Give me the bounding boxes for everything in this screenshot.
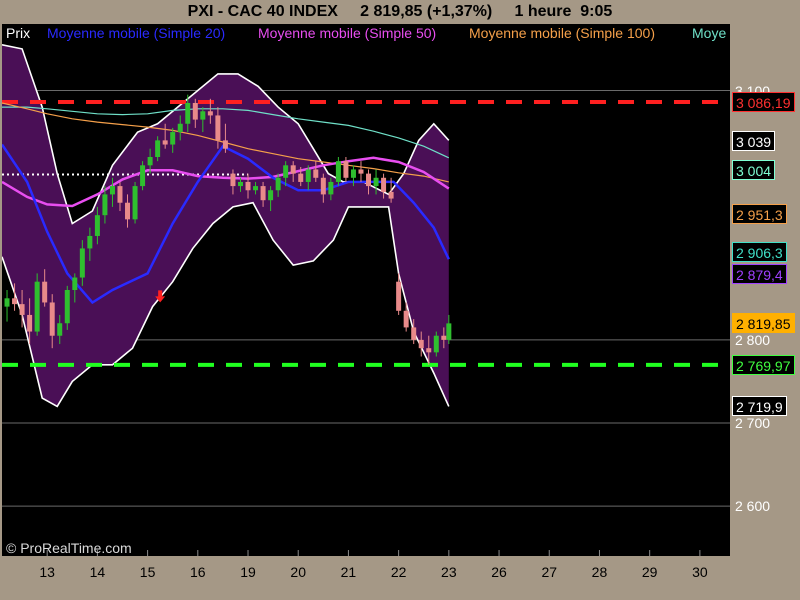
candle-body [446,323,452,340]
candle-body [388,191,394,199]
candle-body [283,165,289,178]
x-tick-label: 20 [290,564,307,580]
legend-item[interactable]: Moyenne mobile (Simple 50) [258,25,436,41]
candle-body [49,302,55,336]
legend-item[interactable]: Moyenne mobile (Simple 100) [469,25,655,41]
candle-body [381,177,387,192]
candle-body [373,177,379,187]
candle-body [140,165,146,187]
x-tick-label: 30 [692,564,708,580]
candle-body [109,186,115,195]
price-chart-svg[interactable] [2,24,730,556]
candle-body [320,177,326,195]
candle-body [57,323,63,336]
candle-body [426,348,432,353]
candle-body [290,165,296,174]
candle-body [34,281,40,332]
candle-body [411,327,417,340]
candle-body [27,314,33,332]
candle-body [170,132,176,145]
candle-body [366,173,372,187]
x-tick-label: 28 [591,564,608,580]
x-tick-label: 13 [39,564,55,580]
y-tick-label: 2 800 [735,331,771,348]
candle-body [215,115,221,141]
candle-body [87,235,93,249]
x-tick-label: 23 [441,564,457,580]
price-label-box: 2 769,97 [732,354,795,375]
candle-body [4,298,10,307]
candle-body [94,215,100,236]
candle-body [207,111,213,116]
chart-title: PXI - CAC 40 INDEX 2 819,85 (+1,37%) 1 h… [187,3,613,20]
candle-body [147,157,153,166]
candle-body [358,169,364,174]
price-label-box: 2 879,4 [732,263,787,284]
price-label-box: 2 719,9 [732,396,787,417]
price-label-box: 2 951,3 [732,204,787,225]
legend-item[interactable]: Prix [6,25,30,41]
candle-body [230,173,236,187]
x-tick-label: 22 [390,564,407,580]
candle-body [102,194,108,216]
candle-body [162,140,168,145]
candle-body [177,123,183,133]
candle-body [245,181,251,191]
candle-body [64,290,70,324]
candle-body [200,111,206,120]
candle-body [335,161,341,182]
chart-window: PXI - CAC 40 INDEX 2 819,85 (+1,37%) 1 h… [0,0,800,600]
candle-body [350,169,356,178]
x-tick-label: 26 [491,564,507,580]
x-tick-label: 27 [541,564,558,580]
bollinger-band [2,44,450,408]
x-tick-label: 16 [190,564,206,580]
candle-body [12,298,18,305]
legend-item[interactable]: Moye [692,25,726,41]
x-tick-label: 21 [340,564,357,580]
y-tick-label: 2 700 [735,415,771,431]
bollinger-fill [2,44,449,407]
candle-body [185,102,191,124]
candle-body [19,304,25,315]
candle-body [275,177,281,191]
x-tick-label: 14 [89,564,106,580]
price-label-box: 3 004 [732,160,776,181]
candle-body [79,248,85,278]
price-label-box: 3 039 [732,131,776,152]
x-tick-label: 15 [139,564,156,580]
candle-body [433,335,439,353]
candle-body [253,186,259,191]
candle-body [441,335,447,340]
candle-body [343,161,349,178]
candle-body [328,181,334,195]
candle-body [305,169,311,182]
y-tick-label: 2 600 [735,498,771,515]
candle-body [418,339,424,349]
candle-body [155,140,161,157]
plot-area[interactable] [2,24,730,556]
candle-body [72,277,78,290]
candle-body [396,281,402,311]
x-tick-label: 19 [240,564,256,580]
candle-body [192,102,198,120]
legend-item[interactable]: Moyenne mobile (Simple 20) [47,25,225,41]
price-label-box: 2 819,85 [732,313,795,334]
candle-body [117,186,123,203]
x-tick-label: 29 [641,564,658,580]
candle-body [222,140,228,149]
candle-body [260,186,266,201]
candle-body [42,281,48,303]
candle-body [125,202,131,220]
candle-body [237,181,243,187]
candle-body [132,186,138,220]
candle-body [268,190,274,201]
candle-body [403,310,409,328]
candle-body [298,173,304,182]
price-label-box: 2 906,3 [732,241,787,262]
price-label-box: 3 086,19 [732,91,795,112]
copyright-text: © ProRealTime.com [6,540,132,556]
candle-body [313,169,319,178]
